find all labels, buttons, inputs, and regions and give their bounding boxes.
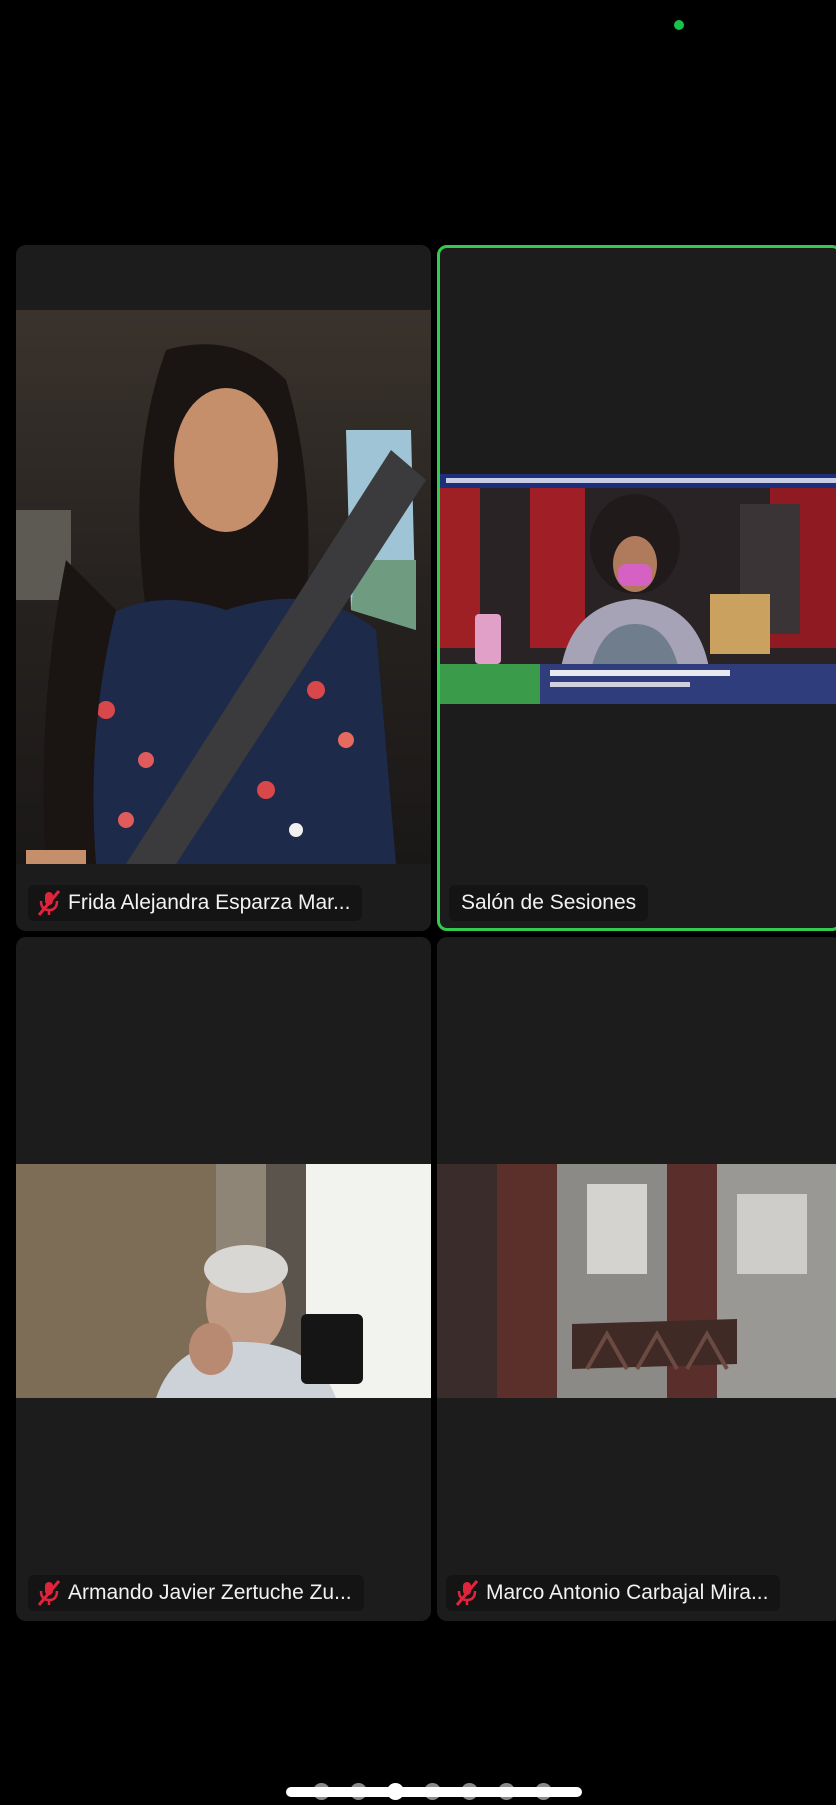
participant-video-2: [440, 474, 836, 704]
video-frame-car-selfie: [16, 310, 431, 864]
participant-name: Frida Alejandra Esparza Mar...: [68, 891, 351, 914]
participant-tile-4[interactable]: Marco Antonio Carbajal Mira...: [437, 937, 836, 1621]
participant-video-3: [16, 1164, 431, 1398]
participant-video-1: [16, 310, 431, 864]
participant-name-label: Salón de Sesiones: [449, 885, 649, 921]
participant-name-label: Armando Javier Zertuche Zu...: [28, 1575, 364, 1611]
video-frame-living-room: [16, 1164, 431, 1398]
muted-mic-icon: [455, 1580, 479, 1606]
participant-name-label: Frida Alejandra Esparza Mar...: [28, 885, 363, 921]
participant-name-label: Marco Antonio Carbajal Mira...: [446, 1575, 781, 1611]
video-frame-cabinet: [437, 1164, 836, 1398]
video-meeting-screen: Frida Alejandra Esparza Mar... Salón de …: [0, 0, 836, 1805]
participant-video-4: [437, 1164, 836, 1398]
participant-name: Marco Antonio Carbajal Mira...: [486, 1581, 769, 1604]
participant-tile-1[interactable]: Frida Alejandra Esparza Mar...: [16, 245, 431, 931]
home-indicator-bar[interactable]: [286, 1787, 582, 1797]
participant-name: Salón de Sesiones: [461, 891, 637, 914]
participant-tile-3[interactable]: Armando Javier Zertuche Zu...: [16, 937, 431, 1621]
video-frame-session-hall: [440, 474, 836, 704]
camera-indicator-dot: [674, 20, 684, 30]
muted-mic-icon: [37, 1580, 61, 1606]
participant-name: Armando Javier Zertuche Zu...: [68, 1581, 352, 1604]
muted-mic-icon: [37, 890, 61, 916]
participant-tile-2[interactable]: Salón de Sesiones: [437, 245, 836, 931]
